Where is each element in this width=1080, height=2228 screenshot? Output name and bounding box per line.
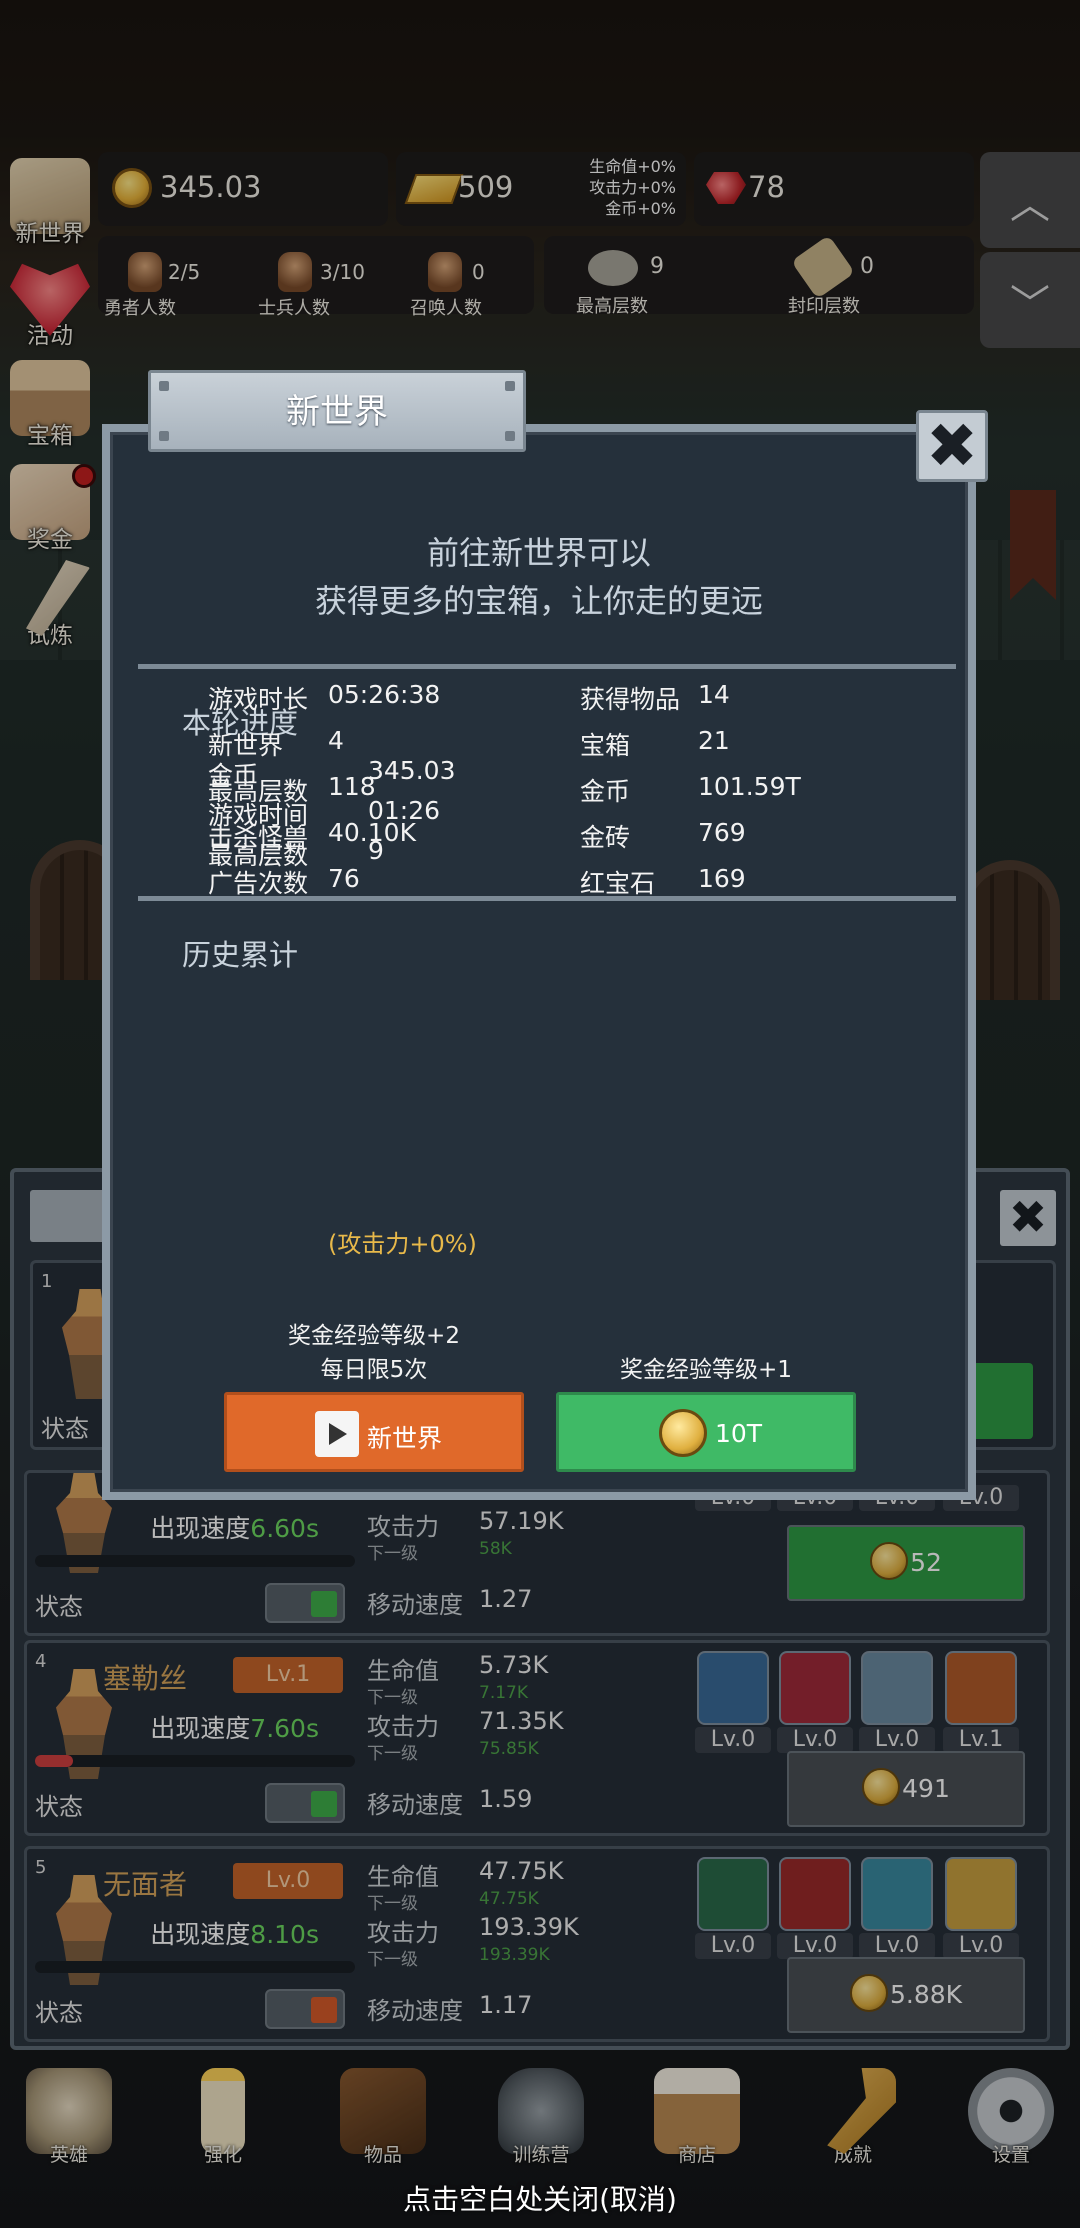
divider [138,664,956,669]
close-hint[interactable]: 点击空白处关闭(取消) [0,2178,1080,2218]
rivet [505,431,515,441]
history-right-label: 红宝石 [580,869,656,898]
history-left-label: 击杀怪兽 [208,823,309,852]
history-left-label: 广告次数 [208,869,309,898]
rivet [159,431,169,441]
dialog-close-button[interactable]: ✖ [916,410,988,482]
new-world-note-2: 每日限5次 [320,1357,428,1383]
history-left-value: 118 [328,772,376,801]
history-right-label: 宝箱 [580,731,631,760]
close-icon: ✖ [926,409,978,482]
history-left-label: 游戏时长 [208,685,309,714]
history-left-value: 4 [328,726,344,755]
history-right-value: 769 [698,818,746,847]
new-world-button-label: 新世界 [367,1424,443,1453]
rivet [505,381,515,391]
gold-coin-icon [659,1409,707,1457]
new-world-gold-button[interactable]: 10T [556,1392,856,1472]
attack-bonus-note: (攻击力+0%) [328,1230,477,1258]
history-right-value: 14 [698,680,730,709]
intro-line-2: 获得更多的宝箱，让你走的更远 [314,582,763,620]
history-right-value: 169 [698,864,746,893]
history-right-value: 21 [698,726,730,755]
history-left-value: 05:26:38 [328,680,441,709]
history-left-value: 76 [328,864,360,893]
intro-line-1: 前往新世界可以 [426,534,651,572]
history-title: 历史累计 [182,938,299,972]
rivet [159,381,169,391]
new-world-ad-button[interactable]: 新世界 [224,1392,524,1472]
round-gold-value: 345.03 [368,756,456,785]
dialog-title: 新世界 [286,392,388,432]
history-right-value: 101.59T [698,772,801,801]
history-left-label: 新世界 [208,731,284,760]
video-icon [315,1411,359,1457]
history-right-label: 金砖 [580,823,631,852]
history-right-label: 金币 [580,777,631,806]
new-world-dialog: 前往新世界可以 获得更多的宝箱，让你走的更远 本轮进度 金币 345.03 游戏… [102,424,976,1500]
dialog-title-tab: 新世界 [148,370,526,452]
gold-button-label: 10T [715,1419,763,1448]
new-world-note-1: 奖金经验等级+2 [288,1323,460,1349]
history-right-label: 获得物品 [580,685,681,714]
ten-t-note: 奖金经验等级+1 [620,1357,792,1383]
history-left-value: 40.10K [328,818,416,847]
history-left-label: 最高层数 [208,777,309,806]
